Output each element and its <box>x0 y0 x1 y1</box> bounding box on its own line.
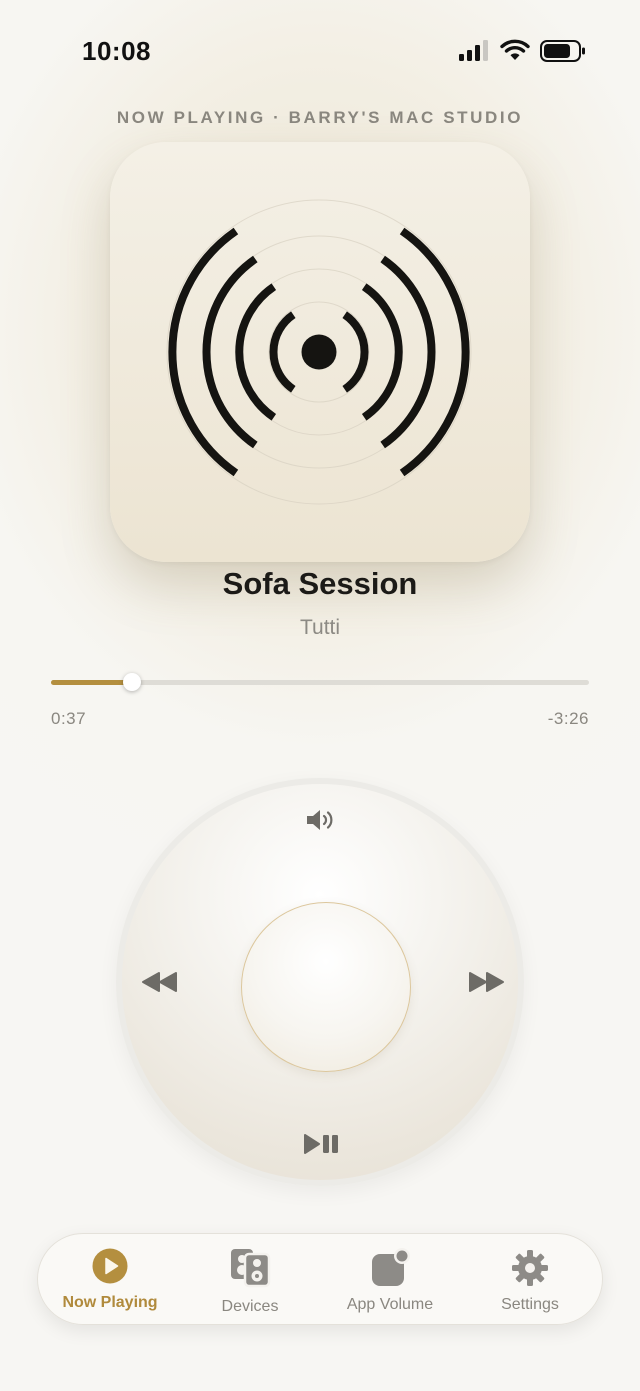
cellular-signal-icon <box>459 40 488 61</box>
app-badge-icon <box>372 1248 410 1286</box>
progress-thumb[interactable] <box>123 673 141 691</box>
track-artist: Tutti <box>299 616 341 639</box>
tab-label: Now Playing <box>62 1294 158 1311</box>
tab-label: App Volume <box>346 1296 434 1313</box>
playback-scrubber[interactable] <box>51 673 589 691</box>
progress-fill <box>51 680 132 685</box>
wifi-icon <box>500 39 530 60</box>
broadcast-waves-icon <box>166 199 472 505</box>
status-time: 10:08 <box>82 36 151 66</box>
battery-icon <box>540 40 585 62</box>
click-wheel[interactable] <box>116 778 524 1186</box>
tab-bar: Now Playing Devices App Volume Settings <box>37 1233 603 1325</box>
center-select-button[interactable] <box>241 902 411 1072</box>
rewind-icon[interactable] <box>140 970 180 994</box>
volume-speaker-icon[interactable] <box>305 807 337 833</box>
now-playing-source: NOW PLAYING · BARRY'S MAC STUDIO <box>116 108 524 127</box>
remaining-time: -3:26 <box>547 709 589 728</box>
status-bar: 10:08 <box>0 0 640 100</box>
tab-label: Settings <box>501 1296 559 1313</box>
tab-label: Devices <box>221 1298 279 1315</box>
tab-devices[interactable]: Devices <box>180 1234 320 1326</box>
fast-forward-icon[interactable] <box>466 970 506 994</box>
track-title: Sofa Session <box>222 566 418 601</box>
tab-settings[interactable]: Settings <box>460 1234 600 1326</box>
play-pause-icon[interactable] <box>302 1132 342 1156</box>
speakers-icon <box>231 1249 271 1288</box>
elapsed-time: 0:37 <box>51 709 87 728</box>
play-circle-icon <box>92 1248 128 1284</box>
tab-now-playing[interactable]: Now Playing <box>40 1234 180 1326</box>
tab-app-volume[interactable]: App Volume <box>320 1234 460 1326</box>
gear-icon <box>512 1250 548 1286</box>
album-artwork <box>110 142 530 562</box>
